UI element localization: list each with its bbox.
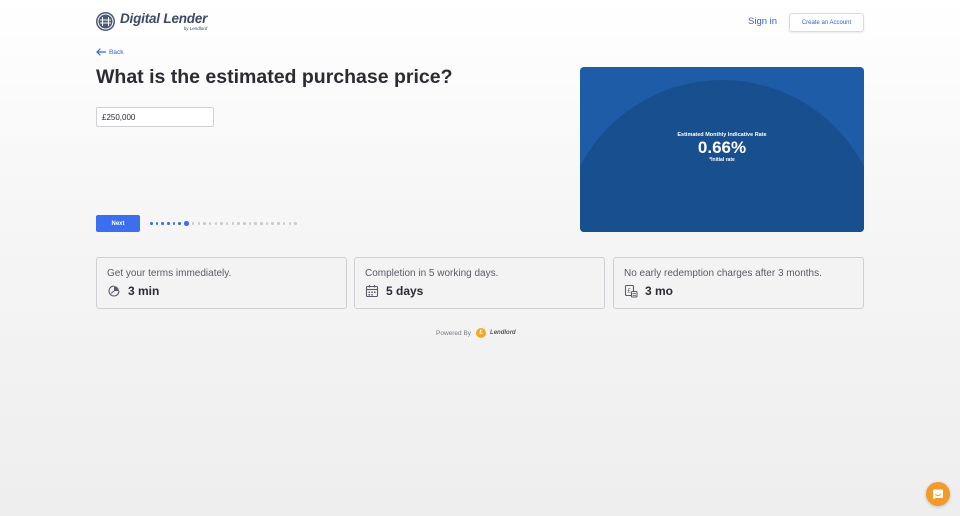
progress-dot-current bbox=[184, 221, 189, 226]
svg-text:£: £ bbox=[627, 288, 631, 295]
purchase-price-input[interactable] bbox=[96, 107, 214, 127]
progress-dot bbox=[294, 222, 297, 225]
progress-dot bbox=[220, 222, 223, 225]
progress-dot bbox=[243, 222, 246, 225]
rate-value: 0.66% bbox=[697, 138, 747, 157]
progress-dot bbox=[288, 222, 291, 225]
progress-dot bbox=[231, 222, 235, 225]
progress-dot bbox=[271, 222, 274, 225]
progress-dot bbox=[260, 222, 263, 225]
signin-link[interactable]: Sign in bbox=[748, 16, 777, 27]
feature-value: 5 days bbox=[386, 284, 424, 298]
lendlord-logo-icon: £ bbox=[476, 328, 487, 338]
powered-by-label: Powered By bbox=[436, 329, 472, 337]
brand-title: Digital Lender bbox=[120, 11, 208, 26]
chat-launcher-button[interactable] bbox=[926, 482, 950, 506]
next-button[interactable]: Next bbox=[96, 215, 140, 232]
feature-title: No early redemption charges after 3 mont… bbox=[624, 268, 822, 279]
progress-dot bbox=[214, 222, 218, 225]
back-label: Back bbox=[109, 48, 124, 56]
pound-document-icon: £ bbox=[624, 284, 638, 298]
progress-dot bbox=[225, 222, 229, 225]
feature-card-terms: Get your terms immediately. 3 min bbox=[96, 257, 347, 309]
progress-dot bbox=[248, 222, 252, 225]
progress-dot bbox=[155, 222, 159, 225]
rate-card: Estimated Monthly Indicative Rate 0.66% … bbox=[580, 67, 864, 232]
progress-dot bbox=[203, 222, 206, 225]
feature-card-redemption: No early redemption charges after 3 mont… bbox=[613, 257, 864, 309]
progress-dot bbox=[254, 222, 257, 225]
brand-subtitle: by Lendlord bbox=[183, 25, 208, 31]
create-account-button[interactable]: Create an Account bbox=[789, 13, 864, 32]
progress-dot bbox=[167, 222, 170, 225]
brand-logo-icon bbox=[96, 12, 115, 31]
progress-dot bbox=[150, 222, 153, 225]
feature-title: Get your terms immediately. bbox=[107, 268, 232, 279]
progress-dot bbox=[197, 222, 200, 225]
feature-title: Completion in 5 working days. bbox=[365, 268, 499, 279]
feature-card-completion: Completion in 5 working days. 5 days bbox=[354, 257, 605, 309]
progress-dot bbox=[265, 222, 269, 225]
brand-logo[interactable]: Digital Lender by Lendlord bbox=[96, 12, 207, 31]
progress-dot bbox=[191, 222, 195, 225]
back-link[interactable]: Back bbox=[96, 48, 123, 56]
feature-value: 3 min bbox=[128, 284, 160, 298]
progress-dot bbox=[282, 222, 286, 225]
arrow-left-icon bbox=[96, 48, 106, 56]
progress-dot bbox=[172, 222, 176, 225]
progress-dot bbox=[237, 222, 240, 225]
progress-dot bbox=[161, 222, 164, 225]
step-progress bbox=[150, 221, 300, 226]
feature-value: 3 mo bbox=[645, 284, 674, 298]
progress-dot bbox=[277, 222, 280, 225]
page-title: What is the estimated purchase price? bbox=[96, 66, 453, 88]
progress-dot bbox=[208, 222, 212, 225]
rate-note: *Initial rate bbox=[709, 157, 735, 163]
powered-by: Powered By £ Lendlord bbox=[436, 328, 516, 338]
calendar-icon bbox=[365, 285, 379, 298]
powered-brand: Lendlord bbox=[490, 330, 516, 336]
header: Digital Lender by Lendlord Sign in Creat… bbox=[0, 0, 960, 44]
chat-icon bbox=[933, 489, 943, 500]
clock-icon bbox=[108, 285, 120, 297]
progress-dot bbox=[178, 222, 181, 225]
